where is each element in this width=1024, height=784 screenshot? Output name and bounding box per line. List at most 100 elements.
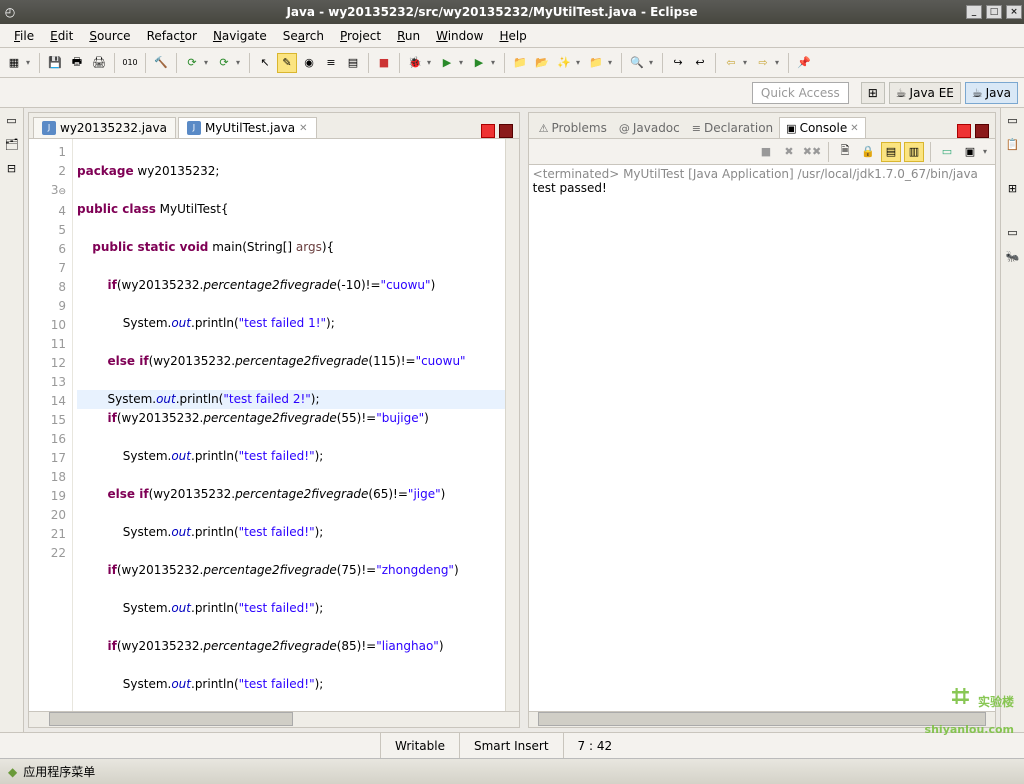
terminate-icon[interactable]: ■ bbox=[374, 53, 394, 73]
prev-annotation-icon[interactable]: ↩ bbox=[690, 53, 710, 73]
new-dropdown[interactable]: ▾ bbox=[26, 58, 34, 67]
tab-declaration[interactable]: ≡ Declaration bbox=[686, 118, 779, 138]
menu-source[interactable]: Source bbox=[81, 27, 138, 45]
show-console-icon[interactable]: ▤ bbox=[881, 142, 901, 162]
ant-icon[interactable]: 🐜 bbox=[1005, 250, 1021, 266]
os-taskbar: ◆ 应用程序菜单 bbox=[0, 758, 1024, 784]
tab-javadoc[interactable]: @ Javadoc bbox=[613, 118, 686, 138]
save-icon[interactable]: 💾 bbox=[45, 53, 65, 73]
binary-icon[interactable]: 010 bbox=[120, 53, 140, 73]
right-trim: ▭ 📋 ⊞ ▭ 🐜 bbox=[1000, 108, 1024, 732]
remove-all-icon[interactable]: ✖✖ bbox=[802, 142, 822, 162]
quick-access-input[interactable]: Quick Access bbox=[752, 82, 849, 104]
status-insert: Smart Insert bbox=[459, 733, 563, 758]
outline-icon[interactable]: ⊞ bbox=[1005, 182, 1021, 198]
run-last-icon[interactable]: ▶ bbox=[469, 53, 489, 73]
close-tab-icon[interactable]: ✕ bbox=[299, 123, 307, 134]
terminate-icon[interactable]: ■ bbox=[756, 142, 776, 162]
pin-console-icon[interactable]: ▥ bbox=[904, 142, 924, 162]
editor-body[interactable]: 123⊖45678910111213141516171819202122 pac… bbox=[29, 139, 519, 711]
menu-run[interactable]: Run bbox=[389, 27, 428, 45]
new-package-icon[interactable]: 📁 bbox=[510, 53, 530, 73]
save-all-icon[interactable]: 🖶 bbox=[67, 53, 87, 73]
menu-project[interactable]: Project bbox=[332, 27, 389, 45]
minimize-button[interactable]: _ bbox=[966, 5, 982, 19]
separator bbox=[249, 53, 250, 73]
new-class-icon[interactable]: 📂 bbox=[532, 53, 552, 73]
close-tab-icon[interactable]: ✕ bbox=[850, 123, 858, 134]
open-console-icon[interactable]: ▣ bbox=[960, 142, 980, 162]
variables-icon[interactable]: ▤ bbox=[343, 53, 363, 73]
debug-icon[interactable]: 🐞 bbox=[405, 53, 425, 73]
folder-icon[interactable]: 📁 bbox=[586, 53, 606, 73]
pin-icon[interactable]: 📌 bbox=[794, 53, 814, 73]
maximize-view-button[interactable] bbox=[499, 124, 513, 138]
menu-refactor[interactable]: Refactor bbox=[139, 27, 205, 45]
editor-tab-2-label: MyUtilTest.java bbox=[205, 121, 295, 135]
editor-tab-1[interactable]: Jwy20135232.java bbox=[33, 117, 176, 138]
editor-vscrollbar[interactable] bbox=[505, 139, 519, 711]
refresh2-icon[interactable]: ⟳ bbox=[214, 53, 234, 73]
window-titlebar: ◴ Java - wy20135232/src/wy20135232/MyUti… bbox=[0, 0, 1024, 24]
maximize-view-button[interactable] bbox=[975, 124, 989, 138]
java-file-icon: J bbox=[42, 121, 56, 135]
build-icon[interactable]: 🔨 bbox=[151, 53, 171, 73]
tab-console[interactable]: ▣ Console ✕ bbox=[779, 117, 865, 138]
tab-problems[interactable]: ⚠ Problems bbox=[533, 118, 613, 138]
perspective-bar: Quick Access ⊞ ☕ Java EE ☕ Java bbox=[0, 78, 1024, 108]
scroll-lock-icon[interactable]: 🔒 bbox=[858, 142, 878, 162]
expressions-icon[interactable]: ≡ bbox=[321, 53, 341, 73]
views-tab-row: ⚠ Problems @ Javadoc ≡ Declaration ▣ Con… bbox=[529, 113, 995, 139]
menu-edit[interactable]: Edit bbox=[42, 27, 81, 45]
cursor-icon[interactable]: ↖ bbox=[255, 53, 275, 73]
menu-search[interactable]: Search bbox=[275, 27, 332, 45]
menu-window[interactable]: Window bbox=[428, 27, 491, 45]
perspective-java[interactable]: ☕ Java bbox=[965, 82, 1018, 104]
bottom-views-pane: ⚠ Problems @ Javadoc ≡ Declaration ▣ Con… bbox=[528, 112, 996, 728]
line-gutter: 123⊖45678910111213141516171819202122 bbox=[29, 139, 73, 711]
minimize-view-button[interactable] bbox=[957, 124, 971, 138]
console-hscrollbar[interactable] bbox=[529, 711, 995, 727]
breakpoint-icon[interactable]: ◉ bbox=[299, 53, 319, 73]
console-body[interactable]: <terminated> MyUtilTest [Java Applicatio… bbox=[529, 165, 995, 711]
open-perspective-button[interactable]: ⊞ bbox=[861, 82, 885, 104]
code-area[interactable]: package wy20135232; public class MyUtilT… bbox=[73, 139, 505, 711]
hierarchy-icon[interactable]: ⊟ bbox=[4, 162, 20, 178]
restore2-icon[interactable]: ▭ bbox=[1005, 226, 1021, 242]
refresh-icon[interactable]: ⟳ bbox=[182, 53, 202, 73]
package-explorer-icon[interactable]: 🗂 bbox=[4, 138, 20, 154]
run-icon[interactable]: ▶ bbox=[437, 53, 457, 73]
search-icon[interactable]: 🔍 bbox=[627, 53, 647, 73]
back-icon[interactable]: ⇦ bbox=[721, 53, 741, 73]
remove-launch-icon[interactable]: ✖ bbox=[779, 142, 799, 162]
main-toolbar: ▦▾ 💾 🖶 🖨 010 🔨 ⟳▾ ⟳▾ ↖ ✎ ◉ ≡ ▤ ■ 🐞▾ ▶▾ ▶… bbox=[0, 48, 1024, 78]
separator bbox=[145, 53, 146, 73]
wand-icon[interactable]: ✨ bbox=[554, 53, 574, 73]
minimize-view-button[interactable] bbox=[481, 124, 495, 138]
editor-tab-1-label: wy20135232.java bbox=[60, 121, 167, 135]
task-list-icon[interactable]: 📋 bbox=[1005, 138, 1021, 154]
app-menu-label[interactable]: 应用程序菜单 bbox=[23, 763, 95, 780]
perspective-javaee[interactable]: ☕ Java EE bbox=[889, 82, 961, 104]
print-icon[interactable]: 🖨 bbox=[89, 53, 109, 73]
separator bbox=[715, 53, 716, 73]
restore-icon[interactable]: ▭ bbox=[1005, 114, 1021, 130]
new-icon[interactable]: ▦ bbox=[4, 53, 24, 73]
display-icon[interactable]: ▭ bbox=[937, 142, 957, 162]
forward-icon[interactable]: ⇨ bbox=[753, 53, 773, 73]
close-button[interactable]: × bbox=[1006, 5, 1022, 19]
app-menu-icon[interactable]: ◆ bbox=[8, 765, 17, 779]
menu-help[interactable]: Help bbox=[491, 27, 534, 45]
menu-file[interactable]: File bbox=[6, 27, 42, 45]
highlight-icon[interactable]: ✎ bbox=[277, 53, 297, 73]
editor-hscrollbar[interactable] bbox=[29, 711, 519, 727]
perspective-javaee-label: Java EE bbox=[910, 86, 954, 100]
console-toolbar: ■ ✖ ✖✖ 🗎 🔒 ▤ ▥ ▭ ▣▾ bbox=[529, 139, 995, 165]
separator bbox=[788, 53, 789, 73]
next-annotation-icon[interactable]: ↪ bbox=[668, 53, 688, 73]
menu-navigate[interactable]: Navigate bbox=[205, 27, 275, 45]
restore-icon[interactable]: ▭ bbox=[4, 114, 20, 130]
maximize-button[interactable]: □ bbox=[986, 5, 1002, 19]
editor-tab-2[interactable]: JMyUtilTest.java ✕ bbox=[178, 117, 317, 138]
clear-console-icon[interactable]: 🗎 bbox=[835, 142, 855, 162]
